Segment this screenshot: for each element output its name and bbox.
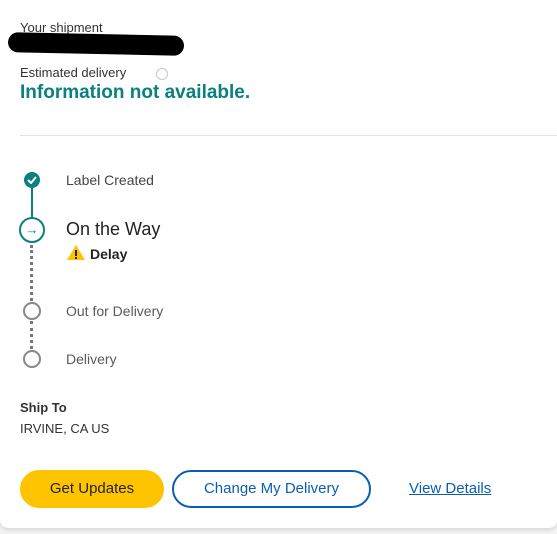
estimated-delivery-value: Information not available.	[20, 82, 251, 103]
timeline-connector-pending	[30, 321, 33, 349]
change-delivery-button[interactable]: Change My Delivery	[172, 470, 371, 508]
info-icon[interactable]	[156, 68, 168, 80]
timeline-step-on-the-way: On the Way	[66, 219, 161, 239]
view-details-link[interactable]: View Details	[409, 480, 491, 497]
empty-circle-icon	[23, 302, 41, 320]
ship-to-label: Ship To	[20, 400, 67, 415]
estimated-delivery-label: Estimated delivery	[20, 65, 127, 80]
timeline-connector-pending	[30, 245, 33, 301]
shipment-card: Your shipment Estimated delivery Informa…	[0, 0, 557, 528]
delay-alert: Delay	[66, 244, 127, 262]
ship-to-value: IRVINE, CA US	[20, 421, 110, 436]
redacted-tracking-number	[7, 32, 185, 56]
arrow-right-icon: →	[19, 217, 45, 243]
divider	[20, 135, 557, 136]
warning-icon	[67, 245, 85, 260]
timeline-connector-complete	[31, 188, 33, 218]
check-icon	[24, 172, 40, 188]
timeline-step-out-for-delivery: Out for Delivery	[66, 303, 164, 319]
empty-circle-icon	[23, 350, 41, 368]
timeline-step-label-created: Label Created	[66, 172, 154, 188]
timeline-step-delivery: Delivery	[66, 351, 117, 367]
get-updates-button[interactable]: Get Updates	[20, 470, 164, 508]
delay-label: Delay	[90, 246, 128, 262]
